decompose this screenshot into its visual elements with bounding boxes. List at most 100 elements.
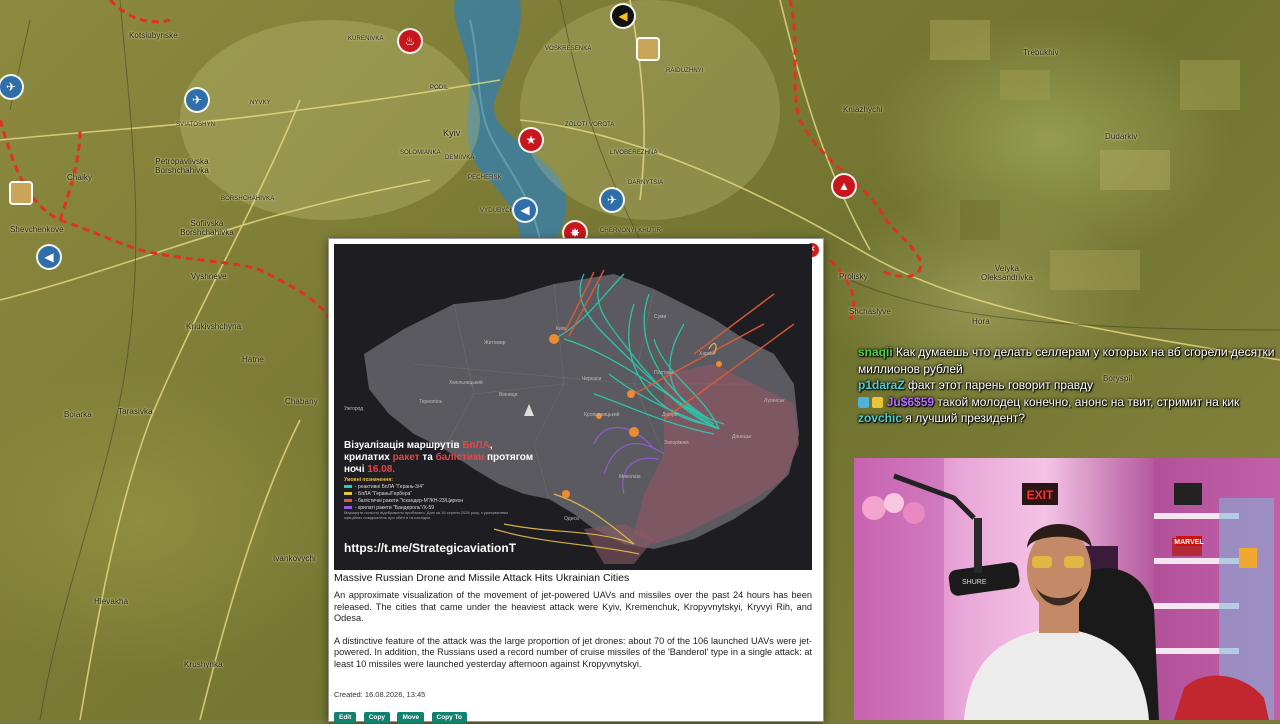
- district-label: VOSKRESENKA: [545, 46, 592, 52]
- region-label: Одеса: [564, 516, 579, 522]
- megaphone-marker-icon[interactable]: ◀: [612, 5, 634, 27]
- region-label: Київ: [556, 326, 566, 332]
- place-label: Prolisky: [839, 272, 868, 281]
- place-label: Vyshneve: [191, 272, 227, 281]
- chat-text: я лучший президент?: [905, 411, 1026, 425]
- chat-message: Ju$6$59 такой молодец конечно, анонс на …: [858, 394, 1280, 411]
- drone-marker-icon[interactable]: ✈: [186, 89, 208, 111]
- region-label: Дніпро: [662, 412, 678, 418]
- place-label: Kriukivshchyna: [186, 322, 242, 331]
- infographic-notes: Маршрути польоту відображено приблизно. …: [344, 510, 508, 520]
- region-label: Тернопіль: [419, 399, 443, 405]
- streamer-camera-image: EXIT MARVEL SHURE: [854, 458, 1280, 720]
- popup-paragraph: A distinctive feature of the attack was …: [334, 635, 812, 669]
- attack-map-infographic: Житомир Київ Суми Харків Полтава Черкаси…: [334, 244, 812, 570]
- region-label: Вінниця: [499, 392, 518, 398]
- district-label: RAIDUZHNYI: [666, 68, 704, 74]
- telegram-link[interactable]: https://t.me/StrategicaviationT: [344, 541, 516, 555]
- district-label: KURENIVKA: [348, 36, 384, 42]
- district-label: VYDUBYCHI: [480, 208, 516, 214]
- legend-item: - балістичні ракети "Іскандер-М"/КН-23/Ц…: [344, 498, 463, 504]
- chat-username[interactable]: zovchic: [858, 411, 902, 425]
- place-label: Chabany: [285, 397, 318, 406]
- region-label: Кропивницький: [584, 412, 620, 418]
- region-label: Полтава: [654, 370, 674, 376]
- chat-username[interactable]: Ju$6$59: [887, 395, 934, 409]
- chat-message: zovchic я лучший президент?: [858, 410, 1280, 427]
- popup-title: Massive Russian Drone and Missile Attack…: [334, 572, 630, 584]
- megaphone-marker-icon[interactable]: ◀: [514, 199, 536, 221]
- copy-button[interactable]: Copy: [363, 712, 390, 723]
- district-label: LIVOBEREZHNA: [610, 150, 658, 156]
- district-label: PODIL: [430, 85, 449, 91]
- place-label: Petropavlivska Borshchahivka: [155, 157, 209, 175]
- chat-username[interactable]: snaqii: [858, 345, 893, 359]
- badge-icon: [872, 396, 884, 408]
- district-label: DEMIIVKA: [445, 155, 475, 161]
- place-label: Kniazhychi: [843, 105, 883, 114]
- chat-message: snaqii Как думаешь что делать селлерам у…: [858, 344, 1280, 377]
- place-label: Krushynka: [184, 660, 223, 669]
- region-label: Запоріжжя: [664, 440, 689, 446]
- region-label: Харків: [699, 351, 714, 357]
- fire-marker-icon[interactable]: ♨: [399, 30, 421, 52]
- edit-button[interactable]: Edit: [334, 712, 357, 723]
- region-label: Миколаїв: [619, 474, 641, 480]
- popup-body: An approximate visualization of the move…: [334, 590, 812, 682]
- infographic-title: Візуалізація маршрутів БпЛА, крилатих ра…: [344, 440, 534, 475]
- place-label: Sofiivska Borshchahivka: [180, 219, 234, 237]
- place-label: Kyiv: [443, 128, 461, 138]
- region-label: Ужгород: [344, 406, 364, 412]
- chat-text: такой молодец конечно, анонс на твит, ст…: [937, 394, 1240, 409]
- missile-marker-icon[interactable]: ▲: [833, 175, 855, 197]
- drone-marker-icon[interactable]: ✈: [0, 76, 22, 98]
- mic-brand: SHURE: [962, 579, 987, 586]
- district-label: PECHERSK: [468, 175, 502, 181]
- region-label: Луганськ: [764, 398, 785, 404]
- place-label: Hora: [972, 317, 990, 326]
- move-button[interactable]: Move: [397, 712, 425, 723]
- chat-username[interactable]: p1daraZ: [858, 378, 905, 392]
- place-label: Chaiky: [67, 173, 93, 182]
- place-label: Dudarkiv: [1105, 132, 1138, 141]
- place-label: Velyka Oleksandrivka: [981, 264, 1033, 282]
- district-label: ZOLOTI VOROTA: [565, 122, 615, 128]
- megaphone-marker-icon[interactable]: ◀: [38, 246, 60, 268]
- place-label: Shchaslyve: [849, 307, 891, 316]
- region-label: Хмельницький: [449, 380, 483, 386]
- district-label: SOLOMIANKA: [400, 150, 441, 156]
- place-label: Shevchenkove: [10, 225, 64, 234]
- news-popup: × Житомир Київ Суми Харків Полтава Черка…: [328, 238, 824, 724]
- person-photo-marker-icon[interactable]: [638, 39, 658, 59]
- place-label: Kotsiubynske: [129, 31, 178, 40]
- copy-to-button[interactable]: Copy To: [431, 712, 468, 723]
- place-label: Tarasivka: [118, 407, 153, 416]
- place-label: Trebukhiv: [1023, 48, 1059, 57]
- popup-actions: Edit Copy Move Copy To: [334, 706, 470, 724]
- exit-sign: EXIT: [1027, 488, 1054, 502]
- place-label: Boiarka: [64, 410, 92, 419]
- legend-item: - реактивні БпЛА "Герань-3/4": [344, 484, 424, 490]
- stream-chat: snaqii Как думаешь что делать селлерам у…: [852, 344, 1280, 427]
- chat-text: факт этот парень говорит правду: [908, 378, 1093, 392]
- chat-text: Как думаешь что делать селлерам у которы…: [858, 345, 1275, 376]
- district-label: BORSHCHAHIVKA: [221, 196, 275, 202]
- region-label: Донецьк: [732, 434, 752, 440]
- star-marker-icon[interactable]: ★: [520, 129, 542, 151]
- region-label: Суми: [654, 314, 667, 320]
- district-label: CHERVONYI KHUTIR: [600, 228, 662, 234]
- place-label: Hlevakha: [94, 597, 129, 606]
- district-label: NYVKY: [250, 100, 271, 106]
- place-label: Hatne: [242, 355, 264, 364]
- district-label: DARNYTSIA: [628, 180, 664, 186]
- created-timestamp: Created: 16.08.2026, 13:45: [334, 690, 426, 699]
- region-label: Житомир: [484, 340, 506, 346]
- popup-paragraph: An approximate visualization of the move…: [334, 590, 812, 624]
- legend-header: Умовні позначення:: [344, 477, 393, 483]
- drone-marker-icon[interactable]: ✈: [601, 189, 623, 211]
- badge-icon: [858, 396, 869, 408]
- district-label: SVIATOSHYN: [176, 122, 216, 128]
- legend-item: - БпЛА "Герань/Гербера": [344, 491, 412, 497]
- person-photo-marker-icon[interactable]: [11, 183, 31, 203]
- webcam-overlay: EXIT MARVEL SHURE: [854, 458, 1280, 720]
